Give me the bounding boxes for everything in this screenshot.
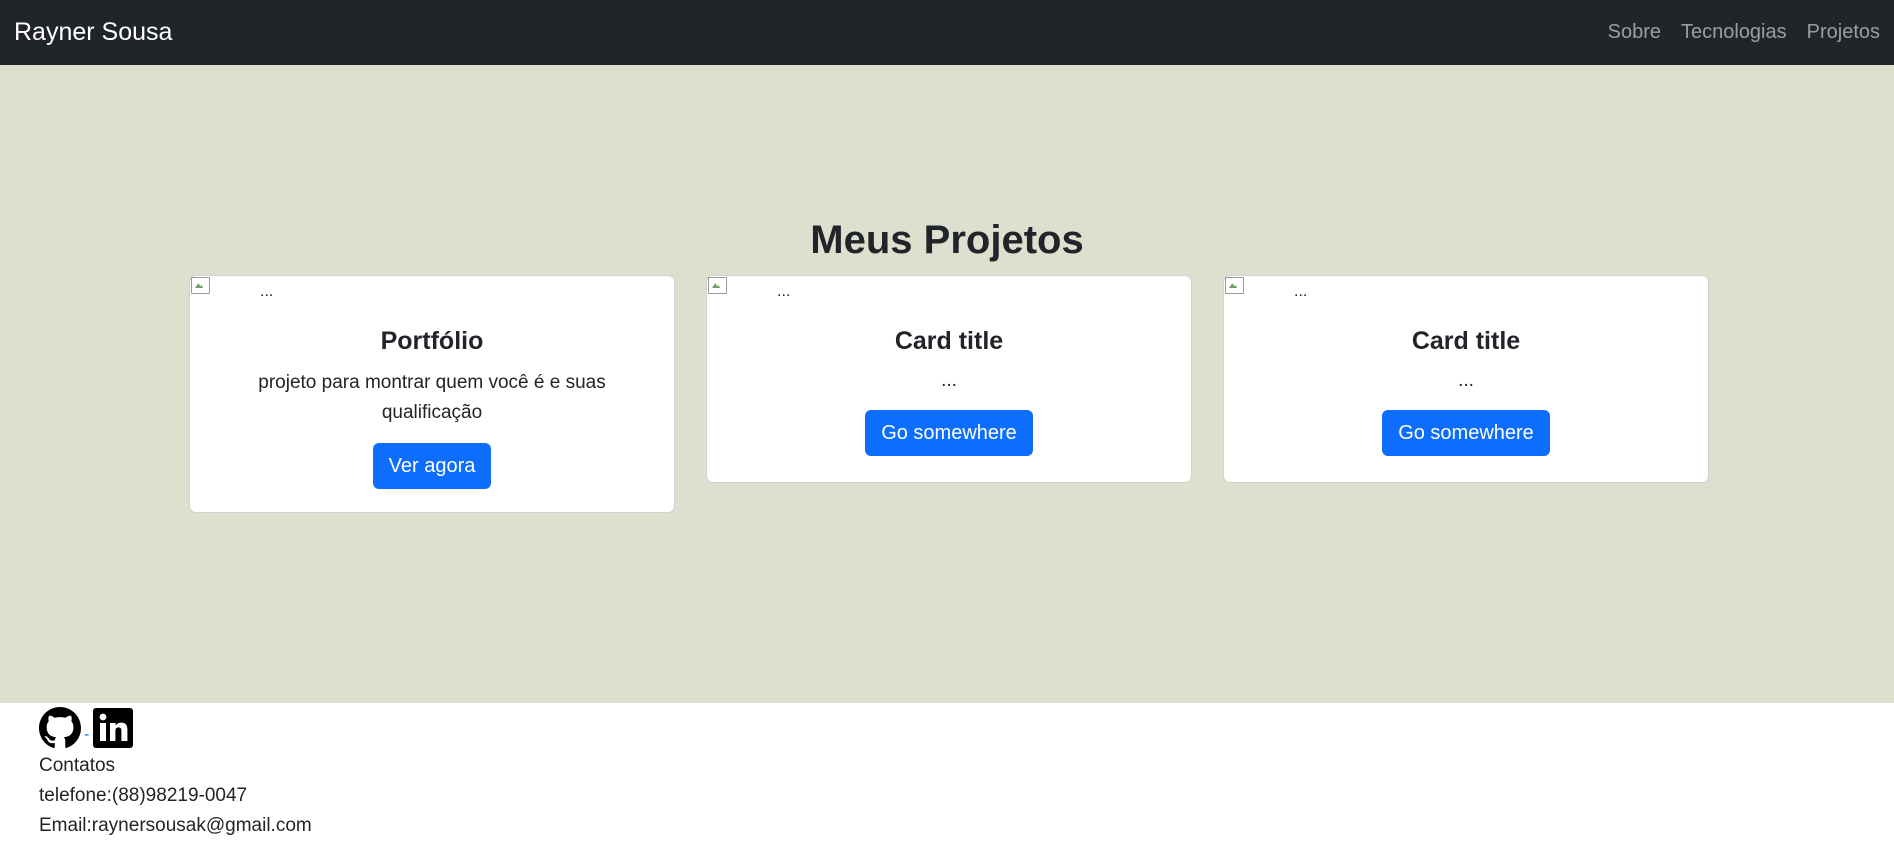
card-text: projeto para montrar quem você é e suas … — [258, 372, 606, 424]
nav-link-projetos[interactable]: Projetos — [1807, 21, 1880, 44]
email-text: Email:raynersousak@gmail.com — [39, 815, 312, 836]
card-title: Card title — [894, 327, 1004, 355]
ver-agora-button[interactable]: Ver agora — [372, 442, 492, 489]
card-image: ... — [1224, 276, 1307, 300]
card-title: Card title — [1411, 327, 1521, 355]
project-card-2: ... Card title ... Go somewhere — [706, 275, 1192, 483]
project-card-portfolio: ... Portfólio projeto para montrar quem … — [189, 275, 675, 513]
go-somewhere-button[interactable]: Go somewhere — [1382, 410, 1550, 457]
card-body: Card title ... Go somewhere — [1224, 326, 1708, 457]
nav-links: Sobre Tecnologias Projetos — [1608, 21, 1880, 44]
card-image: ... — [707, 276, 790, 300]
contacts-label: Contatos — [39, 755, 116, 776]
broken-image-icon — [190, 276, 212, 296]
github-icon[interactable] — [39, 707, 81, 749]
project-card-3: ... Card title ... Go somewhere — [1223, 275, 1709, 483]
go-somewhere-button[interactable]: Go somewhere — [865, 410, 1033, 457]
linkedin-icon[interactable] — [92, 707, 134, 749]
phone-text: telefone:(88)98219-0047 — [39, 785, 248, 806]
card-body: Card title ... Go somewhere — [707, 326, 1191, 457]
card-text: ... — [941, 370, 957, 391]
card-image-alt: ... — [1294, 283, 1308, 300]
card-image-alt: ... — [260, 283, 274, 300]
card-body: Portfólio projeto para montrar quem você… — [190, 326, 674, 489]
social-links: - — [39, 703, 1894, 749]
section-title: Meus Projetos — [810, 218, 1084, 262]
broken-image-icon — [1224, 276, 1246, 296]
footer: - Contatos telefone:(88)98219-0047 Email… — [0, 703, 1894, 857]
navbar: Rayner Sousa Sobre Tecnologias Projetos — [0, 0, 1894, 65]
card-image-alt: ... — [777, 283, 791, 300]
projects-section: Meus Projetos ... Portfólio projeto para… — [0, 65, 1894, 703]
card-title: Portfólio — [380, 327, 484, 355]
nav-link-tecnologias[interactable]: Tecnologias — [1681, 21, 1787, 44]
social-separator: - — [84, 726, 90, 743]
card-image: ... — [190, 276, 273, 300]
brand-link[interactable]: Rayner Sousa — [14, 20, 172, 45]
card-text: ... — [1458, 370, 1474, 391]
broken-image-icon — [707, 276, 729, 296]
nav-link-sobre[interactable]: Sobre — [1608, 21, 1661, 44]
